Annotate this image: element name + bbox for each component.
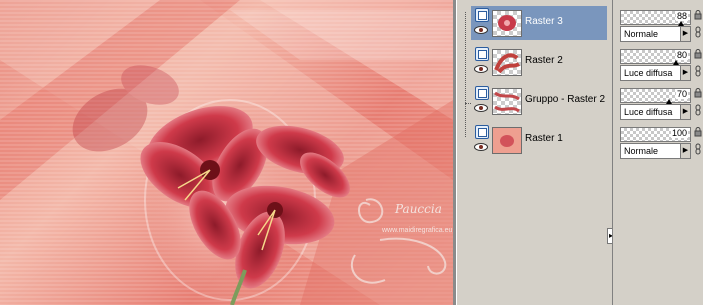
layer-row-raster-1[interactable]: Raster 1 [471, 123, 607, 157]
layer-props-raster-1: 100 Normale ▶ [618, 123, 703, 161]
dropdown-arrow-icon[interactable]: ▶ [680, 105, 690, 119]
layer-row-raster-2[interactable]: Raster 2 [471, 45, 607, 79]
watermark-signature: Pauccia [395, 202, 442, 216]
blend-mode-value: Normale [624, 146, 659, 156]
lock-icon[interactable] [694, 88, 702, 98]
dropdown-arrow-icon[interactable]: ▶ [680, 144, 690, 158]
blend-mode-value: Normale [624, 29, 659, 39]
opacity-slider[interactable]: 80 [620, 49, 691, 65]
link-icon[interactable] [694, 143, 702, 155]
layer-row-raster-3[interactable]: Raster 3 [471, 6, 607, 40]
layer-thumbnail [492, 88, 522, 115]
watermark-url: www.maidiregrafica.eu [382, 227, 453, 234]
opacity-value: 88 [675, 11, 688, 21]
artwork [0, 0, 453, 305]
image-canvas[interactable]: Pauccia www.maidiregrafica.eu [0, 0, 453, 305]
blend-mode-select[interactable]: Luce diffusa ▶ [620, 104, 691, 120]
opacity-slider[interactable]: 88 [620, 10, 691, 26]
layer-props-raster-2: 80 Luce diffusa ▶ [618, 45, 703, 83]
layer-tree-line [465, 12, 466, 137]
layer-row-gruppo-raster-2[interactable]: Gruppo - Raster 2 [471, 84, 607, 118]
opacity-slider[interactable]: 70 [620, 88, 691, 104]
lock-icon[interactable] [694, 49, 702, 59]
blend-mode-select[interactable]: Normale ▶ [620, 26, 691, 42]
eye-icon[interactable] [474, 104, 488, 112]
opacity-value: 70 [675, 89, 688, 99]
link-icon[interactable] [694, 65, 702, 77]
layer-props-gruppo-raster-2: 70 Luce diffusa ▶ [618, 84, 703, 122]
layer-name: Raster 3 [525, 16, 563, 27]
layer-name: Gruppo - Raster 2 [525, 94, 606, 105]
raster-layer-icon [475, 125, 489, 139]
blend-mode-value: Luce diffusa [624, 68, 673, 78]
opacity-value: 100 [670, 128, 688, 138]
blend-mode-select[interactable]: Luce diffusa ▶ [620, 65, 691, 81]
eye-icon[interactable] [474, 26, 488, 34]
raster-layer-icon [475, 8, 489, 22]
layer-props-raster-3: 88 Normale ▶ [618, 6, 703, 44]
link-icon[interactable] [694, 104, 702, 116]
opacity-slider[interactable]: 100 [620, 127, 691, 142]
layer-thumbnail [492, 127, 522, 154]
lock-icon[interactable] [694, 10, 702, 20]
eye-icon[interactable] [474, 143, 488, 151]
layer-name: Raster 2 [525, 55, 563, 66]
layer-properties-panel: 88 Normale ▶ 80 Luce diffusa ▶ 70 Luce d… [612, 0, 703, 305]
link-icon[interactable] [694, 26, 702, 38]
layer-thumbnail [492, 49, 522, 76]
raster-layer-icon [475, 47, 489, 61]
raster-layer-icon [475, 86, 489, 100]
lock-icon[interactable] [694, 127, 702, 137]
dropdown-arrow-icon[interactable]: ▶ [680, 27, 690, 41]
eye-icon[interactable] [474, 65, 488, 73]
layer-thumbnail [492, 10, 522, 37]
layers-panel: Raster 3 Raster 2 Gruppo - Raster 2 Rast… [456, 0, 615, 305]
layer-name: Raster 1 [525, 133, 563, 144]
dropdown-arrow-icon[interactable]: ▶ [680, 66, 690, 80]
blend-mode-select[interactable]: Normale ▶ [620, 143, 691, 159]
blend-mode-value: Luce diffusa [624, 107, 673, 117]
opacity-value: 80 [675, 50, 688, 60]
